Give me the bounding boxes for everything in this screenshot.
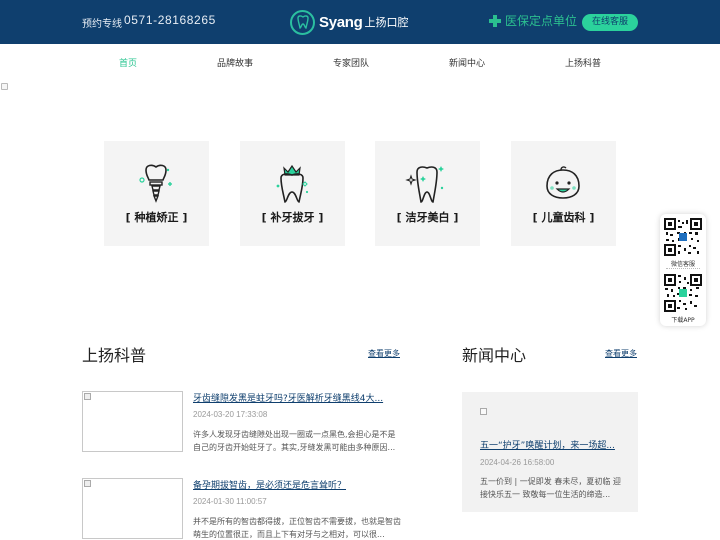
article-thumbnail[interactable] <box>82 478 183 539</box>
hotline-label: 预约专线 <box>82 19 122 30</box>
news-section-title: 新闻中心 <box>462 346 527 365</box>
article-title[interactable]: 牙齿缝隙发黑是蛀牙吗?牙医解析牙缝黑线4大... <box>193 391 401 404</box>
broken-image-icon <box>480 408 487 415</box>
app-download-qr-code[interactable] <box>664 274 702 312</box>
implant-tooth-icon <box>139 164 172 203</box>
service-card-pediatric[interactable]: [ 儿童齿科 ] <box>511 141 616 246</box>
insurance-badge: 医保定点单位 <box>489 12 577 29</box>
article-date: 2024-03-20 17:33:08 <box>193 410 268 419</box>
article-title[interactable]: 备孕期拔智齿，是必须还是危言耸听？ <box>193 478 401 491</box>
download-app-label: 下载APP <box>671 317 695 324</box>
online-service-button[interactable]: 在线客服 <box>582 14 638 31</box>
news-more-link[interactable]: 查看更多 <box>605 348 637 359</box>
service-card-whitening[interactable]: [ 洁牙美白 ] <box>375 141 480 246</box>
service-label: [ 洁牙美白 ] <box>396 211 459 224</box>
service-label: [ 儿童齿科 ] <box>532 211 595 224</box>
broken-image-icon <box>84 480 91 487</box>
hotline-number[interactable]: 0571-28168265 <box>124 13 216 27</box>
site-logo[interactable]: Syang 上扬口腔 <box>290 9 409 35</box>
article-date: 2024-01-30 11:00:57 <box>193 497 267 506</box>
science-more-link[interactable]: 查看更多 <box>368 348 400 359</box>
nav-item-expert-team[interactable]: 专家团队 <box>333 56 369 69</box>
top-header-bar: 预约专线 0571-28168265 Syang 上扬口腔 医保定点单位 在线客… <box>0 0 720 44</box>
science-section-title: 上扬科普 <box>82 346 147 365</box>
news-excerpt: 五一价到 | 一促即发 春未尽，夏初临 迎接快乐五一 致敬每一位生活的缔造... <box>480 477 621 499</box>
sparkle-tooth-icon <box>405 166 444 203</box>
medical-cross-icon <box>489 14 501 27</box>
broken-image-icon <box>84 393 91 400</box>
logo-text: Syang <box>319 13 363 31</box>
service-label: [ 补牙拔牙 ] <box>261 211 324 224</box>
article-excerpt: 并不是所有的智齿都得拔，正位智齿不需要拔，也就是智齿萌生的位置很正，而且上下有对… <box>193 517 401 539</box>
divider <box>666 268 700 270</box>
service-card-filling[interactable]: [ 补牙拔牙 ] <box>240 141 345 246</box>
news-card[interactable]: 五一“护牙”唤醒计划，来一场超... 2024-04-26 16:58:00 五… <box>462 392 638 512</box>
insurance-text: 医保定点单位 <box>505 14 578 28</box>
main-nav: 首页 品牌故事 专家团队 新闻中心 上扬科普 <box>0 56 720 70</box>
floating-qr-widget: 微信客服 下载APP <box>660 214 706 326</box>
article-thumbnail[interactable] <box>82 391 183 452</box>
banner-image <box>1 83 8 90</box>
nav-item-brand-story[interactable]: 品牌故事 <box>217 56 253 69</box>
wechat-service-label: 微信客服 <box>670 261 695 268</box>
nav-item-news-center[interactable]: 新闻中心 <box>449 56 485 69</box>
tooth-logo-icon <box>290 9 315 35</box>
nav-item-science[interactable]: 上扬科普 <box>565 56 601 69</box>
service-card-implant[interactable]: [ 种植矫正 ] <box>104 141 209 246</box>
child-face-icon <box>546 166 580 199</box>
crown-tooth-icon <box>276 164 309 203</box>
news-date: 2024-04-26 16:58:00 <box>480 458 555 467</box>
logo-chinese-text: 上扬口腔 <box>364 16 409 29</box>
nav-item-home[interactable]: 首页 <box>119 56 137 69</box>
news-title[interactable]: 五一“护牙”唤醒计划，来一场超... <box>480 438 622 451</box>
article-excerpt: 许多人发现牙齿缝隙处出现一圈或一点黑色,会担心是不是自己的牙齿开始蛀牙了。其实,… <box>193 430 396 452</box>
service-label: [ 种植矫正 ] <box>125 211 188 224</box>
wechat-qr-code[interactable] <box>664 218 702 256</box>
